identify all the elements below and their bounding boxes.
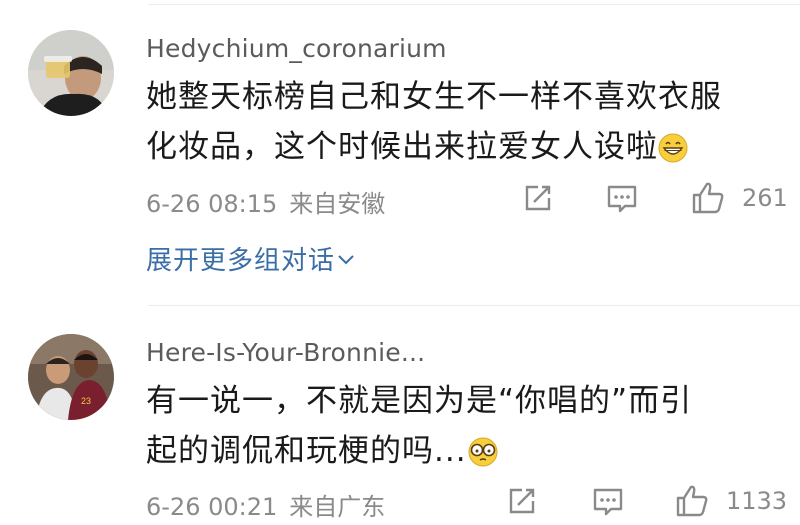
comment-text-line: 她整天标榜自己和女生不一样不喜欢衣服 [146,79,722,115]
comment-text-line-content: 化妆品，这个时候出来拉爱女人设啦 [146,129,658,165]
comment-username[interactable]: Here-Is-Your-Bronnie... [146,338,425,367]
comment-text-line: 有一说一，不就是因为是“你唱的”而引 [146,383,693,419]
thumbs-up-icon[interactable] [688,178,728,218]
thumbs-up-icon[interactable] [672,481,712,521]
comment-location: 来自安徽 [289,190,386,218]
comment-meta-text: 6-26 00:21 来自广东 [146,487,385,522]
comment-username[interactable]: Hedychium_coronarium [146,34,447,63]
grinning-face-icon [658,128,688,178]
comment-text: 有一说一，不就是因为是“你唱的”而引 起的调侃和玩梗的吗... [146,376,776,482]
comment-meta: 6-26 00:21 来自广东 1133 [146,481,800,521]
top-divider [148,4,800,5]
avatar[interactable] [28,30,114,116]
like-count[interactable]: 261 [742,184,788,212]
comment-text-line-content: 起的调侃和玩梗的吗... [146,433,467,469]
comment-meta-text: 6-26 08:15 来自安徽 [146,184,385,219]
comment-text-line: 化妆品，这个时候出来拉爱女人设啦 [146,122,776,178]
comment-divider [148,305,800,306]
like-count[interactable]: 1133 [726,487,787,515]
expand-conversation-link[interactable]: 展开更多组对话 [146,240,355,277]
comment-text: 她整天标榜自己和女生不一样不喜欢衣服 化妆品，这个时候出来拉爱女人设啦 [146,72,776,178]
comment-icon[interactable] [602,178,642,218]
share-icon[interactable] [518,178,558,218]
expand-conversation-label: 展开更多组对话 [146,246,336,276]
comment-time: 6-26 08:15 [146,190,278,218]
glasses-face-icon [467,432,499,482]
comment-meta: 6-26 08:15 来自安徽 261 [146,178,800,218]
svg-text:23: 23 [81,396,91,406]
comment-text-line: 起的调侃和玩梗的吗... [146,426,776,482]
share-icon[interactable] [502,481,542,521]
chevron-down-icon [337,243,355,273]
comment-location: 来自广东 [289,493,386,521]
avatar[interactable]: 23 [28,334,114,420]
comment-icon[interactable] [588,481,628,521]
comment-time: 6-26 00:21 [146,493,278,521]
